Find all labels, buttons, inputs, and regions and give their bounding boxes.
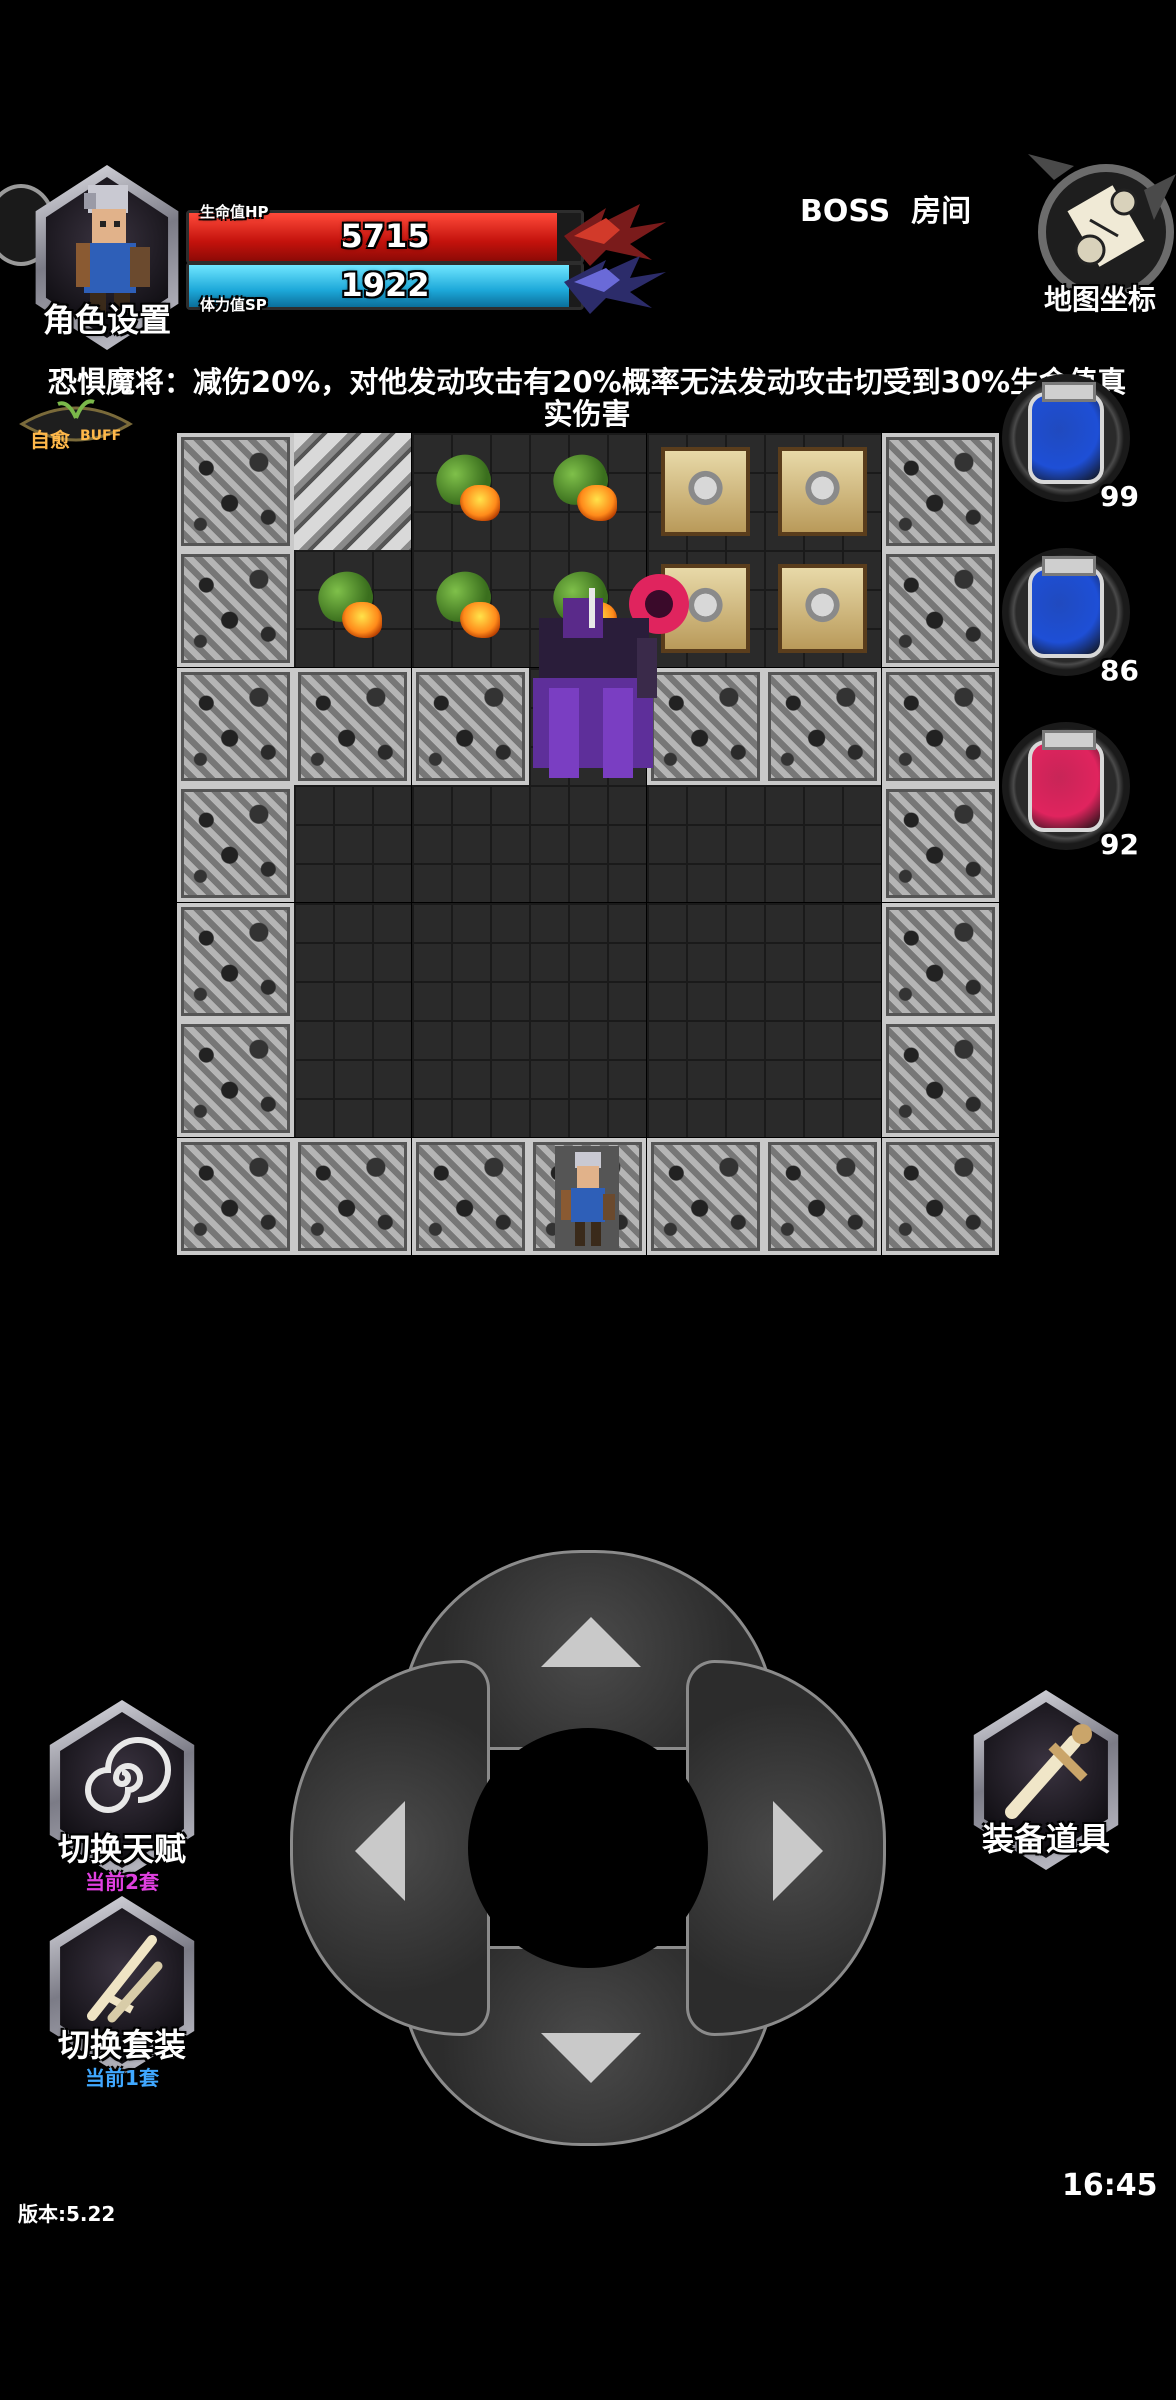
clock: 16:45 — [1062, 2168, 1158, 2203]
arrow-left-icon — [355, 1801, 405, 1901]
wall-tile — [881, 902, 999, 1020]
floor-tile — [294, 1020, 412, 1138]
equip-items-button[interactable]: 装备道具 — [962, 1690, 1130, 1880]
boss-tile — [529, 573, 690, 785]
wall-tile — [881, 1137, 999, 1255]
room-label: BOSS 房间 — [800, 194, 972, 229]
fire-plant-monster-icon — [311, 564, 392, 642]
red-potion-icon — [1028, 730, 1104, 832]
self-heal-buff-button[interactable]: 自愈 BUFF — [18, 390, 134, 456]
wall-tile — [411, 667, 529, 785]
dungeon-map — [177, 433, 999, 1255]
fire-plant-monster-icon — [546, 447, 627, 525]
dpad-left-button[interactable] — [290, 1660, 490, 2036]
wall-tile — [881, 667, 999, 785]
map-coords-label: 地图坐标 — [1044, 283, 1157, 316]
sp-label: 体力值SP — [200, 296, 267, 314]
chest-tile — [764, 550, 882, 668]
wall-tile — [411, 1137, 529, 1255]
character-settings-label: 角色设置 — [42, 301, 171, 339]
talent-current-label: 当前2套 — [85, 1870, 159, 1894]
wall-tile — [881, 550, 999, 668]
hp-value: 5715 — [340, 217, 430, 255]
arrow-down-icon — [541, 2033, 641, 2083]
wall-tile — [881, 785, 999, 903]
fire-plant-monster-icon — [429, 447, 510, 525]
character-avatar-button[interactable]: 角色设置 — [24, 165, 190, 350]
talent-switch-button[interactable]: 切换天赋 当前2套 — [38, 1700, 206, 1894]
floor-tile — [411, 902, 529, 1020]
hp-label: 生命值HP — [200, 203, 269, 221]
blue-potion-icon — [1028, 556, 1104, 658]
treasure-chest-icon — [778, 564, 868, 654]
floor-tile — [646, 902, 764, 1020]
floor-tile — [764, 1020, 882, 1138]
plant-tile — [411, 550, 529, 668]
plant-tile — [294, 550, 412, 668]
spiral-talent-icon — [85, 1737, 171, 1813]
wall-tile — [177, 1020, 294, 1138]
plant-tile — [529, 433, 647, 550]
wall-tile — [881, 1020, 999, 1138]
chest-tile — [764, 433, 882, 550]
floor-tile — [529, 902, 647, 1020]
talent-switch-label: 切换天赋 — [57, 1830, 186, 1868]
equip-items-label: 装备道具 — [981, 1820, 1110, 1858]
sword-icon — [1005, 1724, 1092, 1819]
wall-tile — [294, 667, 412, 785]
wall-tile — [177, 902, 294, 1020]
wall-tile — [294, 1137, 412, 1255]
fear-demon-boss-sprite — [519, 568, 690, 798]
potion-count-2: 86 — [1100, 654, 1139, 687]
outfit-switch-label: 切换套装 — [57, 2026, 186, 2064]
arrow-right-icon — [773, 1801, 823, 1901]
arrow-up-icon — [541, 1617, 641, 1667]
chest-tile — [646, 433, 764, 550]
boss-description: 恐惧魔将：减伤20%，对他发动攻击有20%概率无法发动攻击切受到30%生命值真实… — [47, 365, 1127, 431]
stairs-tile — [294, 433, 412, 550]
version-label: 版本:5.22 — [18, 2202, 116, 2226]
outfit-switch-button[interactable]: 切换套装 当前1套 — [38, 1896, 206, 2092]
floor-tile — [764, 902, 882, 1020]
wall-tile — [177, 550, 294, 668]
player-hero-sprite — [555, 1145, 620, 1251]
wall-tile — [646, 1137, 764, 1255]
wall-tile — [177, 433, 294, 550]
map-scroll-icon — [1067, 185, 1145, 267]
wall-tile — [764, 1137, 882, 1255]
buff-label-sub: BUFF — [80, 428, 122, 444]
buff-label-main: 自愈 — [30, 428, 70, 452]
floor-tile — [411, 785, 529, 903]
floor-tile — [411, 1020, 529, 1138]
map-coords-button[interactable]: 地图坐标 — [1014, 150, 1176, 320]
wall-tile — [177, 785, 294, 903]
treasure-chest-icon — [660, 447, 750, 536]
crossed-swords-icon — [87, 1935, 163, 2023]
blue-potion-icon — [1028, 382, 1104, 484]
wall-tile — [177, 1137, 294, 1255]
sp-bar-wing-icon — [564, 256, 666, 314]
floor-tile — [764, 785, 882, 903]
dpad — [290, 1550, 886, 2146]
dpad-center — [468, 1728, 708, 1968]
dpad-right-button[interactable] — [686, 1660, 886, 2036]
potion-count-1: 99 — [1100, 480, 1139, 513]
outfit-current-label: 当前1套 — [85, 2066, 159, 2090]
potion-count-3: 92 — [1100, 828, 1139, 861]
wall-tile — [764, 667, 882, 785]
plant-tile — [411, 433, 529, 550]
wall-tile — [177, 667, 294, 785]
wall-tile — [881, 433, 999, 550]
floor-tile — [646, 1020, 764, 1138]
hero-tile — [529, 1137, 647, 1255]
floor-tile — [294, 902, 412, 1020]
fire-plant-monster-icon — [429, 564, 510, 642]
treasure-chest-icon — [778, 447, 868, 536]
floor-tile — [529, 1020, 647, 1138]
floor-tile — [294, 785, 412, 903]
